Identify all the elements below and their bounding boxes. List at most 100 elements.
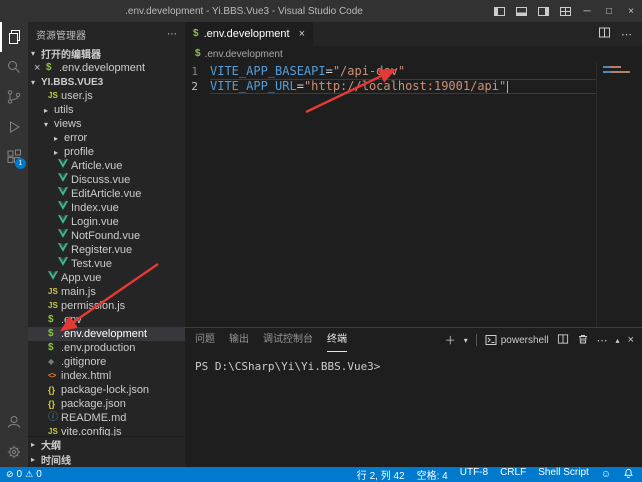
- workspace-label: YI.BBS.VUE3: [41, 77, 103, 88]
- feedback-smiley-icon[interactable]: ☺: [601, 469, 611, 480]
- readme-file-icon: ⓘ: [48, 411, 61, 425]
- code-line-1[interactable]: 1VITE_APP_BASEAPI="/api-dev": [185, 64, 596, 79]
- tree-item-error[interactable]: ▸error: [28, 131, 185, 145]
- terminal-profile-picker[interactable]: powershell: [485, 334, 549, 346]
- open-editor-item[interactable]: × $ .env.development: [28, 61, 185, 75]
- code-line-2[interactable]: 2VITE_APP_URL="http://localhost:19001/ap…: [185, 79, 596, 94]
- tree-item-label: NotFound.vue: [71, 230, 140, 242]
- status-item-3[interactable]: CRLF: [500, 467, 526, 482]
- main-area: 1 资源管理器 ⋯ ▾ 打开的编辑器 × $ .env.development: [0, 22, 642, 467]
- settings-gear-icon[interactable]: [0, 437, 28, 467]
- js-file-icon: JS: [48, 89, 61, 103]
- status-item-2[interactable]: UTF-8: [460, 467, 488, 482]
- source-control-icon[interactable]: [0, 82, 28, 112]
- tree-item-README.md[interactable]: ⓘREADME.md: [28, 411, 185, 425]
- workspace-section[interactable]: ▾ YI.BBS.VUE3: [28, 75, 185, 89]
- tree-item-NotFound.vue[interactable]: NotFound.vue: [28, 229, 185, 243]
- tree-item-Register.vue[interactable]: Register.vue: [28, 243, 185, 257]
- tree-item-index.html[interactable]: <>index.html: [28, 369, 185, 383]
- chevron-down-icon[interactable]: ▾: [464, 336, 468, 345]
- terminal-content[interactable]: PS D:\CSharp\Yi\Yi.BBS.Vue3>: [185, 352, 642, 467]
- tree-item-Article.vue[interactable]: Article.vue: [28, 159, 185, 173]
- tree-item-label: index.html: [61, 370, 111, 382]
- close-panel-icon[interactable]: ×: [628, 334, 634, 346]
- title-bar: .env.development - Yi.BBS.Vue3 - Visual …: [0, 0, 642, 22]
- explorer-icon[interactable]: [0, 22, 28, 52]
- open-editors-section[interactable]: ▾ 打开的编辑器: [28, 46, 185, 61]
- tree-item-user.js[interactable]: JSuser.js: [28, 89, 185, 103]
- tab-env-development[interactable]: $ .env.development ×: [185, 22, 313, 46]
- maximize-panel-icon[interactable]: ▴: [616, 336, 620, 345]
- tree-item-label: permission.js: [61, 300, 125, 312]
- toggle-sidebar-icon[interactable]: [488, 0, 510, 22]
- panel-tab-debug-console[interactable]: 调试控制台: [263, 328, 313, 352]
- customize-layout-icon[interactable]: [554, 0, 576, 22]
- breadcrumb[interactable]: $ .env.development: [185, 46, 642, 62]
- status-item-1[interactable]: 空格: 4: [417, 467, 448, 482]
- more-actions-icon[interactable]: ⋯: [167, 29, 177, 40]
- code-editor[interactable]: 1VITE_APP_BASEAPI="/api-dev"2VITE_APP_UR…: [185, 62, 642, 327]
- sidebar-section-大纲[interactable]: ▸大纲: [28, 437, 185, 452]
- split-editor-icon[interactable]: [598, 26, 611, 42]
- divider: [476, 334, 477, 346]
- close-editor-icon[interactable]: ×: [34, 61, 46, 75]
- toggle-panel-icon[interactable]: [510, 0, 532, 22]
- tree-item-App.vue[interactable]: App.vue: [28, 271, 185, 285]
- tree-item-Login.vue[interactable]: Login.vue: [28, 215, 185, 229]
- tree-item-.env[interactable]: $.env: [28, 313, 185, 327]
- tree-item-label: README.md: [61, 412, 126, 424]
- chevron-right-icon: ▸: [44, 106, 54, 115]
- tree-item-Test.vue[interactable]: Test.vue: [28, 257, 185, 271]
- panel-tab-problems[interactable]: 问题: [195, 328, 215, 352]
- more-actions-icon[interactable]: ⋯: [597, 334, 608, 347]
- tree-item-Discuss.vue[interactable]: Discuss.vue: [28, 173, 185, 187]
- tree-item-permission.js[interactable]: JSpermission.js: [28, 299, 185, 313]
- close-window-button[interactable]: ×: [620, 0, 642, 22]
- run-debug-icon[interactable]: [0, 112, 28, 142]
- panel-tab-output[interactable]: 输出: [229, 328, 249, 352]
- tree-item-package-lock.json[interactable]: {}package-lock.json: [28, 383, 185, 397]
- tree-item-.gitignore[interactable]: ◆.gitignore: [28, 355, 185, 369]
- close-tab-icon[interactable]: ×: [299, 28, 305, 40]
- more-actions-icon[interactable]: ⋯: [621, 28, 632, 41]
- problems-status[interactable]: ⊘ 0 ⚠ 0: [6, 469, 42, 480]
- tree-item-label: .gitignore: [61, 356, 106, 368]
- tree-item-label: utils: [54, 104, 74, 116]
- account-icon[interactable]: [0, 407, 28, 437]
- minimap[interactable]: [596, 62, 636, 327]
- notifications-bell-icon[interactable]: [623, 468, 634, 482]
- tree-item-EditArticle.vue[interactable]: EditArticle.vue: [28, 187, 185, 201]
- vue-file-icon: [58, 215, 71, 229]
- toggle-secondary-sidebar-icon[interactable]: [532, 0, 554, 22]
- vue-file-icon: [58, 257, 71, 271]
- env-file-icon: $: [193, 27, 199, 41]
- sidebar-section-时间线[interactable]: ▸时间线: [28, 452, 185, 467]
- tree-item-utils[interactable]: ▸utils: [28, 103, 185, 117]
- tree-item-vite.config.js[interactable]: JSvite.config.js: [28, 425, 185, 436]
- kill-terminal-icon[interactable]: [577, 333, 589, 348]
- tree-item-.env.production[interactable]: $.env.production: [28, 341, 185, 355]
- tree-item-views[interactable]: ▾views: [28, 117, 185, 131]
- status-item-0[interactable]: 行 2, 列 42: [357, 467, 405, 482]
- tree-item-package.json[interactable]: {}package.json: [28, 397, 185, 411]
- vue-file-icon: [48, 271, 61, 285]
- tree-item-.env.development[interactable]: $.env.development: [28, 327, 185, 341]
- tree-item-Index.vue[interactable]: Index.vue: [28, 201, 185, 215]
- tree-item-main.js[interactable]: JSmain.js: [28, 285, 185, 299]
- vue-file-icon: [58, 229, 71, 243]
- code-lines: 1VITE_APP_BASEAPI="/api-dev"2VITE_APP_UR…: [185, 64, 642, 94]
- status-item-4[interactable]: Shell Script: [538, 467, 589, 482]
- chevron-down-icon: ▾: [44, 120, 54, 129]
- tree-item-profile[interactable]: ▸profile: [28, 145, 185, 159]
- extensions-icon[interactable]: 1: [0, 142, 28, 172]
- panel-tab-terminal[interactable]: 终端: [327, 328, 347, 352]
- chevron-right-icon: ▸: [31, 455, 41, 464]
- minimize-button[interactable]: ─: [576, 0, 598, 22]
- split-terminal-icon[interactable]: [557, 333, 569, 348]
- chevron-down-icon: ▾: [31, 78, 41, 87]
- new-terminal-icon[interactable]: ＋: [445, 332, 456, 348]
- maximize-button[interactable]: □: [598, 0, 620, 22]
- search-icon[interactable]: [0, 52, 28, 82]
- tree-item-label: Article.vue: [71, 160, 122, 172]
- json-file-icon: {}: [48, 397, 61, 411]
